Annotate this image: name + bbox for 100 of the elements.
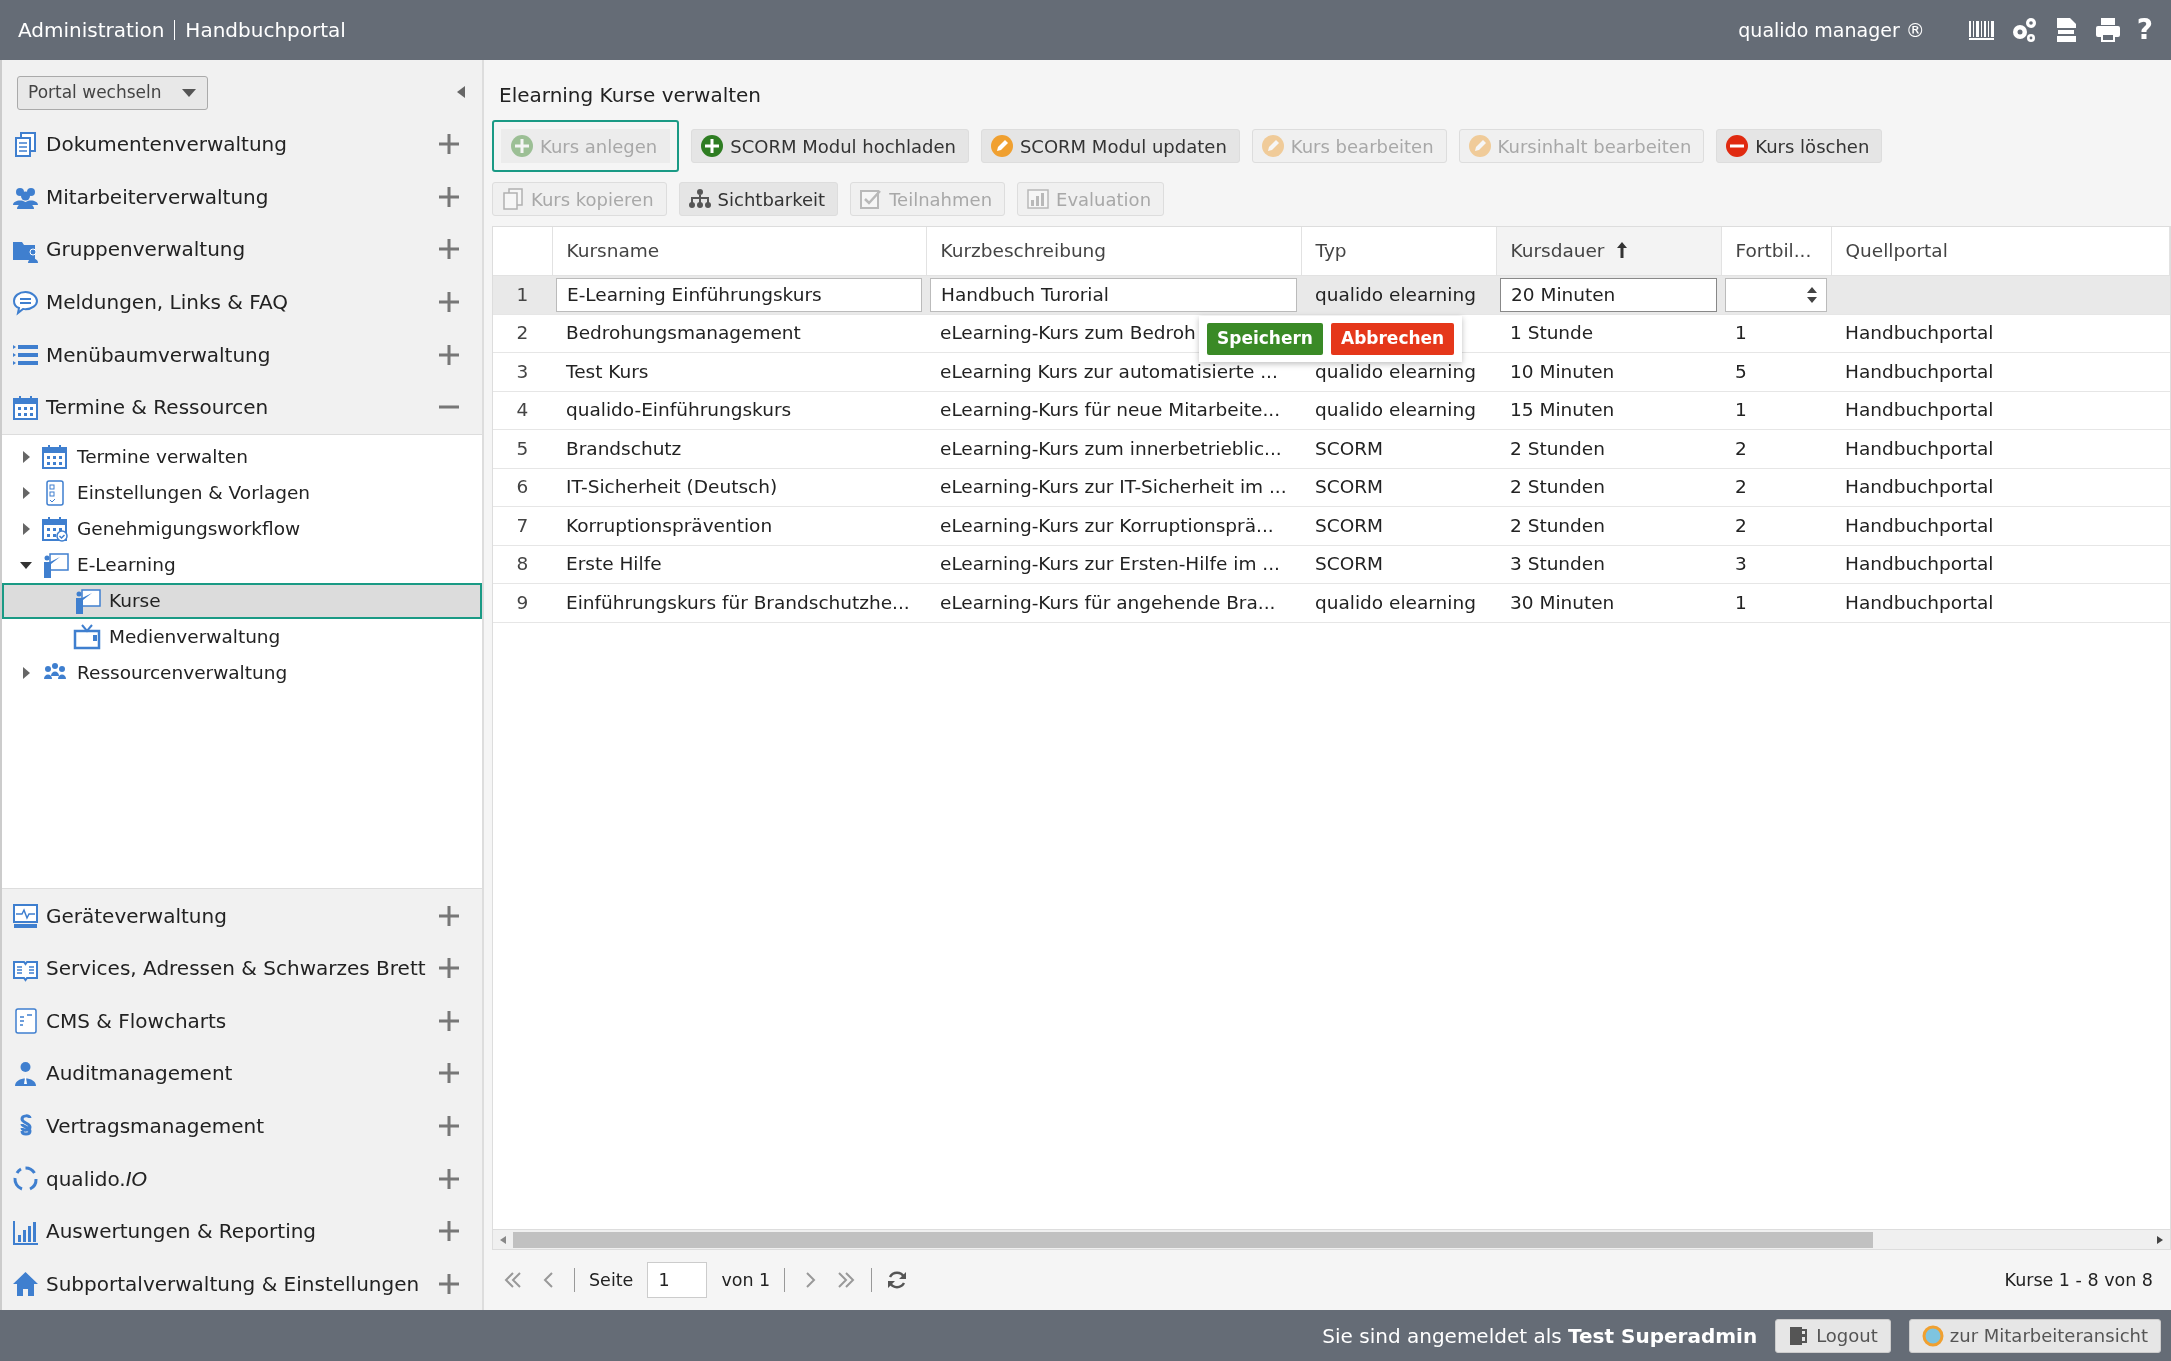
plus-icon[interactable] (438, 1272, 460, 1295)
sidebar-item[interactable]: Auswertungen & Reporting (2, 1204, 482, 1258)
plus-icon[interactable] (438, 1220, 460, 1243)
help-button[interactable]: ? (2136, 16, 2153, 44)
sidebar-item[interactable]: Subportalverwaltung & Einstellungen (2, 1257, 482, 1310)
plus-icon[interactable] (438, 1114, 460, 1137)
copy-icon (501, 187, 525, 211)
table-cell: 2 Stunden (1496, 429, 1721, 468)
row-number: 1 (493, 275, 552, 314)
tree-item[interactable]: Medienverwaltung (2, 618, 482, 655)
table-cell: SCORM (1301, 545, 1496, 584)
hierarchy-icon (687, 187, 712, 211)
toolbar-button[interactable]: Sichtbarkeit (678, 182, 839, 216)
table-cell: SCORM (1301, 468, 1496, 507)
plus-icon[interactable] (438, 133, 460, 156)
table-cell: qualido elearning (1301, 391, 1496, 430)
logout-button[interactable]: Logout (1775, 1318, 1891, 1353)
sidebar-item[interactable]: Auditmanagement (2, 1047, 482, 1100)
tree-item[interactable]: Genehmigungsworkflow (2, 510, 482, 547)
page-label: Seite (589, 1268, 634, 1292)
input-field[interactable]: Handbuch Turorial (930, 277, 1297, 312)
column-header[interactable]: Kursname (552, 227, 926, 275)
table-cell: 2 Stunden (1496, 506, 1721, 545)
column-header[interactable]: Kurzbeschreibung (926, 227, 1301, 275)
sidebar-item[interactable]: qualido.IO (2, 1152, 482, 1205)
tree-item[interactable]: E-Learning (2, 546, 482, 583)
input-field[interactable]: 20 Minuten (1500, 277, 1717, 312)
portal-name: Handbuchportal (185, 17, 346, 44)
table-cell: 2 (1721, 429, 1831, 468)
pencil-icon (1260, 134, 1285, 158)
calendar-icon (41, 442, 69, 471)
scroll-left-icon[interactable] (499, 1234, 507, 1245)
column-header[interactable]: Fortbil... (1721, 227, 1831, 275)
plus-icon[interactable] (438, 291, 460, 314)
table-cell: Handbuchportal (1831, 391, 2170, 430)
column-header[interactable]: Typ (1301, 227, 1496, 275)
cancel-button[interactable]: Abbrechen (1330, 323, 1455, 355)
toolbar-button[interactable]: SCORM Modul updaten (980, 129, 1240, 163)
plus-icon[interactable] (438, 904, 460, 927)
save-button[interactable]: Speichern (1207, 323, 1323, 355)
portal-dropdown[interactable]: Portal wechseln (17, 76, 208, 110)
row-number: 9 (493, 583, 552, 622)
row-number: 4 (493, 391, 552, 430)
scroll-right-icon[interactable] (2156, 1234, 2164, 1245)
table-cell: 5 (1721, 352, 1831, 391)
plus-icon[interactable] (438, 238, 460, 261)
chat-bubble-icon (12, 288, 39, 316)
table-cell: Korruptionsprävention (552, 506, 926, 545)
toolbar-button[interactable]: Kurs löschen (1716, 129, 1883, 163)
sidebar-item[interactable]: Gruppenverwaltung (2, 223, 482, 276)
column-header[interactable]: Kursdauer (1496, 227, 1721, 275)
page-input[interactable]: 1 (647, 1262, 708, 1298)
column-header[interactable]: Quellportal (1831, 227, 2170, 275)
plus-icon[interactable] (438, 1062, 460, 1085)
table-cell: 1 (1721, 314, 1831, 353)
tree-item[interactable]: Ressourcenverwaltung (2, 654, 482, 691)
select-field[interactable] (1725, 277, 1827, 312)
table-cell: eLearning-Kurs für angehende Bra... (926, 583, 1301, 622)
sidebar-item[interactable]: Meldungen, Links & FAQ (2, 275, 482, 329)
minus-icon (1725, 134, 1750, 158)
plus-icon[interactable] (438, 957, 460, 980)
tree-item[interactable]: Einstellungen & Vorlagen (2, 474, 482, 511)
sidebar-item[interactable]: CMS & Flowcharts (2, 994, 482, 1048)
plus-icon[interactable] (438, 343, 460, 366)
sidebar-item[interactable]: Dokumentenverwaltung (2, 118, 482, 171)
circle-arrows-icon (12, 1165, 39, 1192)
sidebar-item[interactable]: Termine & Ressourcen (2, 380, 482, 434)
tree-item[interactable]: Kurse (2, 582, 482, 619)
calendar-check-icon (41, 514, 69, 543)
scrollbar-thumb[interactable] (513, 1231, 1873, 1248)
table-cell: Handbuchportal (1831, 545, 2170, 584)
table-cell: 3 (1721, 545, 1831, 584)
table-cell: eLearning-Kurs zur Ersten-Hilfe im ... (926, 545, 1301, 584)
row-number: 7 (493, 506, 552, 545)
table-cell: 1 (1721, 391, 1831, 430)
up-down-icon (1806, 285, 1818, 304)
tree-item[interactable]: Termine verwalten (2, 438, 482, 475)
input-field[interactable]: E-Learning Einführungskurs (556, 277, 922, 312)
plus-icon[interactable] (438, 185, 460, 208)
record-count: Kurse 1 - 8 von 8 (2004, 1268, 2153, 1292)
table-cell: Test Kurs (552, 352, 926, 391)
collapse-sidebar-icon[interactable] (456, 85, 466, 99)
table-cell: Einführungskurs für Brandschutzhe... (552, 583, 926, 622)
switch-view-button[interactable]: zur Mitarbeiteransicht (1908, 1318, 2161, 1353)
refresh-icon[interactable] (886, 1269, 909, 1291)
sidebar-item[interactable]: Vertragsmanagement (2, 1099, 482, 1153)
plus-icon[interactable] (438, 1167, 460, 1190)
table-cell: eLearning-Kurs zur IT-Sicherheit im ... (926, 468, 1301, 507)
sidebar-item[interactable]: Mitarbeiterverwaltung (2, 170, 482, 224)
table-cell: Handbuchportal (1831, 352, 2170, 391)
table-cell: Bedrohungsmanagement (552, 314, 926, 353)
sidebar-item[interactable]: Geräteverwaltung (2, 889, 482, 942)
toolbar-button[interactable]: SCORM Modul hochladen (691, 129, 969, 163)
sidebar-item[interactable]: Menübaumverwaltung (2, 328, 482, 381)
circle-icon (1921, 1324, 1944, 1347)
table-cell: 2 (1721, 468, 1831, 507)
sidebar-item[interactable]: Services, Adressen & Schwarzes Brett (2, 941, 482, 995)
plus-icon[interactable] (438, 1009, 460, 1032)
plus-icon (700, 134, 725, 158)
document-icon (12, 1007, 39, 1035)
